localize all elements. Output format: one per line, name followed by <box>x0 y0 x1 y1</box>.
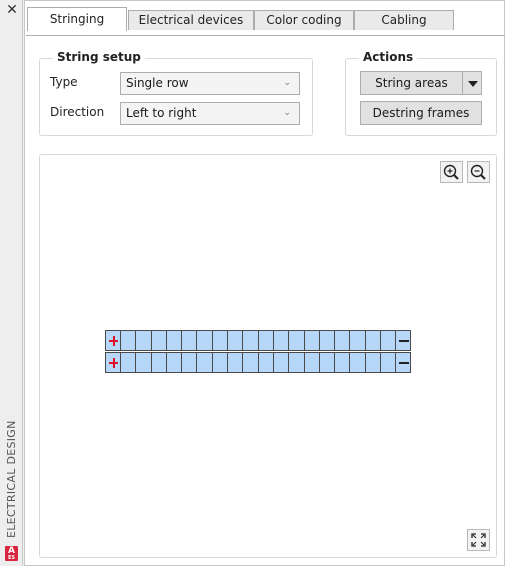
pv-module[interactable] <box>150 330 167 351</box>
direction-label: Direction <box>50 105 105 119</box>
pv-module[interactable] <box>334 330 351 351</box>
tab-electrical-devices[interactable]: Electrical devices <box>128 10 254 30</box>
pv-module[interactable] <box>211 330 229 351</box>
app-logo-caption: ES <box>7 555 16 561</box>
pv-module[interactable] <box>272 330 290 351</box>
tab-stringing[interactable]: Stringing <box>27 7 127 31</box>
string-setup-title: String setup <box>53 50 145 64</box>
destring-frames-button[interactable]: Destring frames <box>360 101 482 125</box>
positive-terminal-icon <box>105 352 121 373</box>
pv-module[interactable] <box>196 352 213 373</box>
fit-to-screen-icon <box>471 533 486 547</box>
actions-group: Actions String areas Destring frames <box>345 50 497 136</box>
pv-module[interactable] <box>120 330 137 351</box>
actions-title: Actions <box>359 50 418 64</box>
pv-module[interactable] <box>165 330 183 351</box>
pv-module[interactable] <box>227 352 244 373</box>
stringing-panel: Stringing Electrical devices Color codin… <box>24 0 505 566</box>
direction-select[interactable]: Left to right ⌄ <box>120 102 300 125</box>
pv-module[interactable] <box>334 352 351 373</box>
pv-module[interactable] <box>349 330 366 351</box>
pv-module[interactable] <box>242 352 259 373</box>
module-row[interactable] <box>105 330 412 351</box>
string-preview-canvas[interactable] <box>39 154 497 558</box>
string-setup-group: String setup Type Single row ⌄ Direction… <box>39 50 313 136</box>
pv-module[interactable] <box>135 330 152 351</box>
pv-module[interactable] <box>288 330 305 351</box>
pv-module[interactable] <box>120 352 137 373</box>
pv-module[interactable] <box>227 330 244 351</box>
negative-terminal-icon <box>395 352 412 373</box>
pv-module[interactable] <box>364 352 382 373</box>
side-bar: ✕ ELECTRICAL DESIGN A ES <box>0 0 23 566</box>
zoom-out-icon <box>470 164 486 180</box>
app-logo-icon: A ES <box>5 546 18 561</box>
positive-terminal-icon <box>105 330 121 351</box>
pv-module[interactable] <box>181 330 198 351</box>
chevron-down-icon: ⌄ <box>283 78 291 88</box>
tab-cabling[interactable]: Cabling <box>354 10 454 30</box>
string-areas-button[interactable]: String areas <box>360 71 463 95</box>
zoom-out-button[interactable] <box>467 161 490 183</box>
pv-module[interactable] <box>196 330 213 351</box>
chevron-down-icon: ⌄ <box>283 108 291 118</box>
zoom-in-icon <box>443 164 459 180</box>
string-areas-dropdown-button[interactable] <box>462 71 482 95</box>
pv-module[interactable] <box>380 352 397 373</box>
pv-module[interactable] <box>318 352 336 373</box>
panel-side-title: ELECTRICAL DESIGN <box>5 420 18 538</box>
pv-module[interactable] <box>165 352 183 373</box>
pv-module[interactable] <box>380 330 397 351</box>
pv-module[interactable] <box>150 352 167 373</box>
pv-module[interactable] <box>135 352 152 373</box>
type-select-value: Single row <box>126 76 189 90</box>
pv-module[interactable] <box>364 330 382 351</box>
pv-module[interactable] <box>257 352 274 373</box>
pv-module[interactable] <box>303 330 320 351</box>
close-icon[interactable]: ✕ <box>5 3 19 17</box>
pv-module[interactable] <box>303 352 320 373</box>
module-row[interactable] <box>105 352 412 373</box>
zoom-in-button[interactable] <box>440 161 463 183</box>
type-select[interactable]: Single row ⌄ <box>120 72 300 95</box>
fit-to-screen-button[interactable] <box>467 529 490 551</box>
direction-select-value: Left to right <box>126 106 197 120</box>
pv-module[interactable] <box>181 352 198 373</box>
pv-module[interactable] <box>318 330 336 351</box>
pv-module[interactable] <box>288 352 305 373</box>
pv-module[interactable] <box>272 352 290 373</box>
tab-color-coding[interactable]: Color coding <box>254 10 354 30</box>
pv-module[interactable] <box>211 352 229 373</box>
pv-module[interactable] <box>242 330 259 351</box>
tab-underline <box>26 35 505 36</box>
tab-bar: Stringing Electrical devices Color codin… <box>26 7 505 36</box>
pv-module[interactable] <box>349 352 366 373</box>
negative-terminal-icon <box>395 330 412 351</box>
pv-module[interactable] <box>257 330 274 351</box>
type-label: Type <box>50 75 78 89</box>
